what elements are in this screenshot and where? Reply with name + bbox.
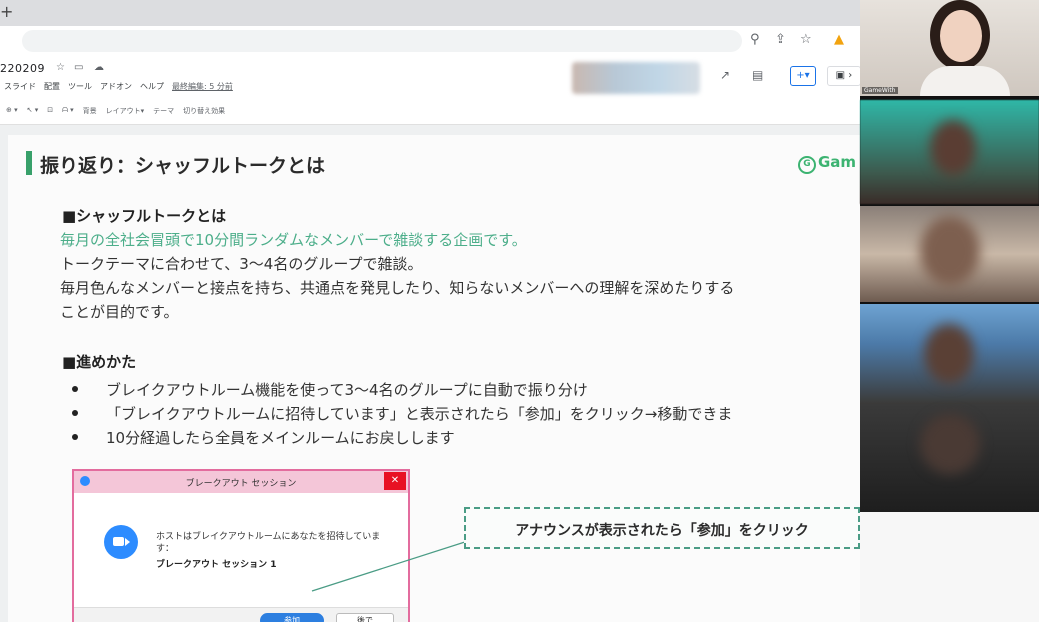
list-item: ブレイクアウトルーム機能を使って3～4名のグループに自動で振り分け [68,379,732,403]
comments-icon[interactable]: ▤ [752,68,763,82]
editor-toolbar: ⊕ ▾ ↖ ▾ ⊡ ᗩ ▾ 背景 レイアウト▾ テーマ 切り替え効果 [0,100,860,125]
logo-text: Gam [818,153,857,171]
bullet-icon [72,410,78,416]
slide[interactable]: 振り返り：シャッフルトークとは G Gam ■シャッフルトークとは 毎月の全社会冒… [8,135,860,622]
menu-tools[interactable]: ツール [68,81,92,92]
title-accent-bar [26,151,32,175]
participant-name: GameWith [862,87,898,94]
present-button[interactable]: ▣ › [827,66,861,86]
new-tab-button[interactable]: + [0,2,13,21]
menu-bar: スライド 配置 ツール アドオン ヘルプ 最終編集: 5 分前 [4,81,233,92]
later-button: 後で [336,613,394,622]
share-icon[interactable]: ⇪ [775,32,786,47]
how-to-list: ブレイクアウトルーム機能を使って3～4名のグループに自動で振り分け 「ブレイクア… [68,379,732,451]
bullet-icon [72,386,78,392]
logo: G Gam [798,153,856,174]
blurred-collaborators [572,62,700,94]
activity-icon[interactable]: ↗ [720,68,730,82]
toolbar-theme[interactable]: テーマ [153,106,174,116]
intro-line-1: 毎月の全社会冒頭で10分間ランダムなメンバーで雑談する企画です。 [60,231,527,249]
url-input[interactable] [22,30,742,52]
textbox-icon[interactable]: ⊡ [47,106,53,116]
toolbar-transition[interactable]: 切り替え効果 [183,106,225,116]
toolbar-background[interactable]: 背景 [83,106,97,116]
select-tool-icon[interactable]: ↖ ▾ [27,106,39,116]
callout-text: アナウンスが表示されたら「参加」をクリック [515,523,809,539]
menu-help[interactable]: ヘルプ [140,81,164,92]
callout-box: アナウンスが表示されたら「参加」をクリック [464,507,860,549]
section-heading-how-to: ■進めかた [62,353,137,371]
new-slide-icon[interactable]: ⊕ ▾ [6,106,18,116]
bookmark-star-icon[interactable]: ☆ [800,32,812,47]
close-icon: ✕ [384,472,406,490]
slides-header: 220209 ☆ ▭ ☁ スライド 配置 ツール アドオン ヘルプ 最終編集: … [0,56,861,100]
move-folder-icon[interactable]: ▭ [74,62,83,73]
dialog-session-name: ブレークアウト セッション 1 [156,560,277,570]
intro-line-4: ことが目的です。 [60,303,179,321]
zoom-camera-icon [104,525,138,559]
extension-icon[interactable]: ▲ [834,32,844,47]
blank-area [860,512,1039,622]
zoom-icon[interactable]: ⚲ [750,32,760,47]
intro-line-2: トークテーマに合わせて、3～4名のグループで雑談。 [60,255,423,273]
browser-tab-strip: + [0,0,860,26]
list-item: 10分経過したら全員をメインルームにお戻しします [68,427,732,451]
add-button[interactable]: +▾ [790,66,816,86]
video-tile-speaker[interactable]: GameWith [860,0,1039,96]
paint-format-icon[interactable]: ᗩ ▾ [62,106,74,116]
star-icon[interactable]: ☆ [56,62,65,73]
document-title[interactable]: 220209 [0,62,45,75]
list-item: 「ブレイクアウトルームに招待しています」と表示されたら「参加」をクリック→移動で… [68,403,732,427]
logo-icon: G [798,156,816,174]
toolbar-layout[interactable]: レイアウト▾ [106,106,145,116]
video-tile[interactable] [860,304,1039,404]
bullet-icon [72,434,78,440]
slide-canvas: 振り返り：シャッフルトークとは G Gam ■シャッフルトークとは 毎月の全社会冒… [0,125,860,622]
dialog-titlebar: ブレークアウト セッション ✕ [74,471,408,493]
join-button: 参加 [260,613,324,622]
menu-addons[interactable]: アドオン [100,81,132,92]
cloud-status-icon: ☁ [94,62,104,73]
slide-title: 振り返り：シャッフルトークとは [40,155,326,177]
callout-connector [311,540,469,592]
video-participants-panel: GameWith [860,0,1039,622]
dialog-footer: 参加 後で [74,607,408,622]
menu-slide[interactable]: スライド [4,81,36,92]
browser-address-bar: ⚲ ⇪ ☆ ▲ [0,26,860,57]
video-tile[interactable] [860,206,1039,302]
dialog-title: ブレークアウト セッション [185,479,297,489]
video-tile[interactable] [860,404,1039,512]
section-heading-shuffle-talk: ■シャッフルトークとは [62,207,227,225]
last-edit-link[interactable]: 最終編集: 5 分前 [172,81,233,92]
video-tile[interactable] [860,100,1039,204]
menu-arrange[interactable]: 配置 [44,81,60,92]
intro-line-3: 毎月色んなメンバーと接点を持ち、共通点を発見したり、知らないメンバーへの理解を深… [60,279,735,297]
